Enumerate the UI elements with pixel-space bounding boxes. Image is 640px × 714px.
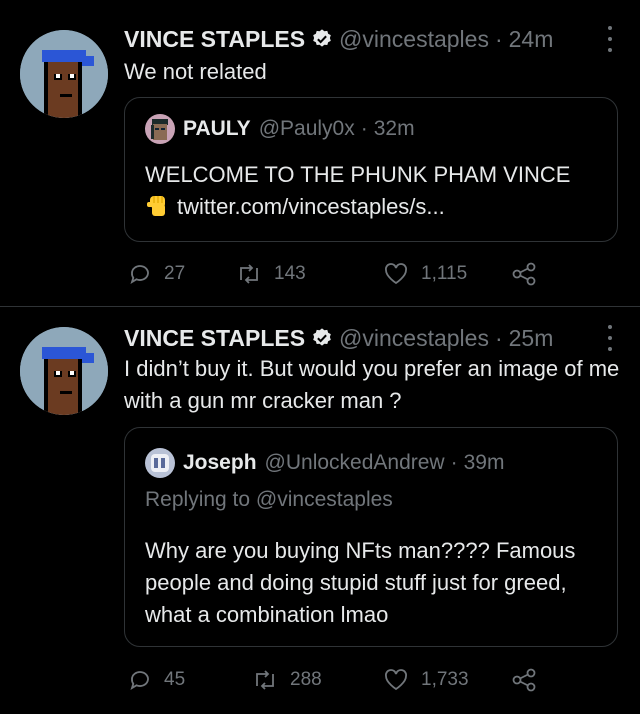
reply-button[interactable]: 45 bbox=[128, 665, 185, 695]
quote-link[interactable]: twitter.com/vincestaples/s... bbox=[177, 194, 445, 219]
tweet-header: VINCE STAPLES @vincestaples · 24m bbox=[124, 23, 553, 55]
verified-badge-icon bbox=[311, 28, 333, 50]
quote-timestamp[interactable]: 39m bbox=[464, 451, 505, 475]
share-icon bbox=[512, 262, 536, 286]
tweet-text: We not related bbox=[124, 59, 267, 84]
tweet-actions: 45 288 1,733 bbox=[124, 665, 564, 695]
separator-dot: · bbox=[494, 324, 503, 351]
avatar[interactable] bbox=[20, 327, 108, 415]
quote-author-handle[interactable]: @UnlockedAndrew bbox=[265, 451, 445, 475]
tweet[interactable]: VINCE STAPLES @vincestaples · 25m I didn… bbox=[0, 307, 640, 714]
separator-dot: · bbox=[360, 117, 368, 140]
tweet[interactable]: VINCE STAPLES @vincestaples · 24m We not… bbox=[0, 0, 640, 307]
replying-to: Replying to @vincestaples bbox=[145, 488, 393, 512]
pixel-punk-avatar-icon bbox=[145, 114, 175, 144]
quote-timestamp[interactable]: 32m bbox=[374, 117, 415, 141]
timestamp[interactable]: 24m bbox=[509, 26, 554, 53]
author-name[interactable]: VINCE STAPLES bbox=[124, 26, 305, 53]
reply-icon bbox=[130, 265, 149, 284]
tweet-actions: 27 143 1,115 bbox=[124, 259, 564, 289]
raised-fist-emoji-icon bbox=[145, 192, 171, 227]
share-button[interactable] bbox=[510, 665, 550, 695]
profile-avatar-icon bbox=[145, 448, 175, 478]
more-options-icon[interactable] bbox=[606, 26, 614, 52]
author-name[interactable]: VINCE STAPLES bbox=[124, 325, 305, 352]
timestamp[interactable]: 25m bbox=[509, 325, 554, 352]
heart-icon bbox=[385, 263, 407, 285]
reply-button[interactable]: 27 bbox=[128, 259, 185, 289]
reply-icon bbox=[130, 671, 149, 690]
quoted-tweet[interactable]: PAULY @Pauly0x · 32m WELCOME TO THE PHUN… bbox=[124, 97, 618, 242]
like-button[interactable]: 1,733 bbox=[383, 665, 469, 695]
reply-count: 45 bbox=[164, 669, 186, 690]
retweet-count: 288 bbox=[290, 669, 322, 690]
reply-count: 27 bbox=[164, 263, 186, 284]
quote-link-line: twitter.com/vincestaples/s... bbox=[145, 191, 605, 227]
quote-avatar[interactable] bbox=[145, 448, 175, 478]
pixel-punk-avatar-icon bbox=[20, 30, 108, 118]
quote-text-line: WELCOME TO THE PHUNK PHAM VINCE bbox=[145, 162, 571, 187]
quote-text: WELCOME TO THE PHUNK PHAM VINCE twitter.… bbox=[145, 159, 605, 227]
tweet-header: VINCE STAPLES @vincestaples · 25m bbox=[124, 322, 553, 354]
like-count: 1,115 bbox=[421, 263, 468, 284]
heart-icon bbox=[385, 669, 407, 691]
retweet-count: 143 bbox=[274, 263, 306, 284]
retweet-icon bbox=[240, 264, 258, 284]
tweet-text: I didn’t buy it. But would you prefer an… bbox=[124, 356, 620, 413]
quote-avatar[interactable] bbox=[145, 114, 175, 144]
author-handle[interactable]: @vincestaples bbox=[339, 325, 489, 352]
quote-author-handle[interactable]: @Pauly0x bbox=[259, 117, 355, 141]
quoted-tweet[interactable]: Joseph @UnlockedAndrew · 39m Replying to… bbox=[124, 427, 618, 647]
share-icon bbox=[512, 668, 536, 692]
verified-badge-icon bbox=[311, 327, 333, 349]
like-count: 1,733 bbox=[421, 669, 469, 690]
separator-dot: · bbox=[450, 451, 458, 474]
avatar[interactable] bbox=[20, 30, 108, 118]
quote-text: Why are you buying NFts man???? Famous p… bbox=[145, 538, 576, 627]
author-handle[interactable]: @vincestaples bbox=[339, 26, 489, 53]
pixel-punk-avatar-icon bbox=[20, 327, 108, 415]
quote-header: Joseph @UnlockedAndrew · 39m bbox=[145, 448, 504, 478]
separator-dot: · bbox=[494, 25, 503, 52]
retweet-icon bbox=[256, 670, 274, 690]
retweet-button[interactable]: 143 bbox=[236, 259, 306, 289]
more-options-icon[interactable] bbox=[606, 325, 614, 351]
replying-to-handle[interactable]: @vincestaples bbox=[256, 488, 393, 511]
quote-author-name[interactable]: PAULY bbox=[183, 117, 251, 141]
retweet-button[interactable]: 288 bbox=[252, 665, 322, 695]
share-button[interactable] bbox=[510, 259, 550, 289]
quote-header: PAULY @Pauly0x · 32m bbox=[145, 114, 415, 144]
like-button[interactable]: 1,115 bbox=[383, 259, 467, 289]
quote-author-name[interactable]: Joseph bbox=[183, 451, 257, 475]
replying-to-label: Replying to bbox=[145, 488, 251, 511]
